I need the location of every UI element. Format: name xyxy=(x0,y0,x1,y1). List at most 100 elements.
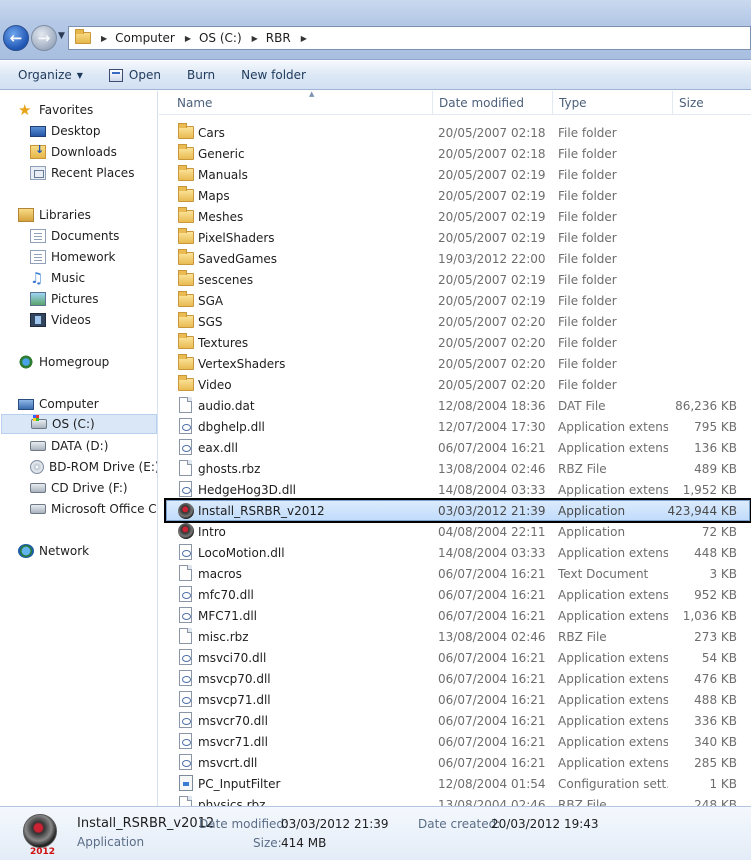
breadcrumb-os-c[interactable]: OS (C:) xyxy=(199,31,242,45)
column-header-size[interactable]: Size xyxy=(673,91,751,115)
nav-bdrom-e[interactable]: BD-ROM Drive (E:) T xyxy=(30,457,157,477)
file-row[interactable]: PC_InputFilter 12/08/2004 01:54 Configurat… xyxy=(167,773,749,794)
file-date-modified: 13/08/2004 02:46 xyxy=(438,797,546,807)
file-row[interactable]: VertexShaders 20/05/2007 02:20 File folder xyxy=(167,353,749,374)
file-row[interactable]: Intro 04/08/2004 22:11 Application 72 KB xyxy=(167,521,749,542)
file-row[interactable]: msvcrt.dll 06/07/2004 16:21 Application ex… xyxy=(167,752,749,773)
open-button[interactable]: Open xyxy=(100,61,170,89)
file-row[interactable]: audio.dat 12/08/2004 18:36 DAT File 86,236 … xyxy=(167,395,749,416)
nav-videos[interactable]: Videos xyxy=(30,310,91,330)
nav-recent-places[interactable]: Recent Places xyxy=(30,163,134,183)
file-row[interactable]: sescenes 20/05/2007 02:19 File folder xyxy=(167,269,749,290)
file-row[interactable]: SGS 20/05/2007 02:20 File folder xyxy=(167,311,749,332)
nav-music[interactable]: ♫ Music xyxy=(30,268,85,288)
sort-ascending-icon: ▲ xyxy=(309,91,315,98)
navigation-pane[interactable]: ★ Favorites Desktop Downloads Recent Pla… xyxy=(0,91,158,806)
file-type: File folder xyxy=(558,146,617,161)
file-icon xyxy=(179,628,192,644)
file-row[interactable]: dbghelp.dll 12/07/2004 17:30 Application e… xyxy=(167,416,749,437)
nav-pictures[interactable]: Pictures xyxy=(30,289,99,309)
file-row[interactable]: msvcp70.dll 06/07/2004 16:21 Application e… xyxy=(167,668,749,689)
file-date-modified: 06/07/2004 16:21 xyxy=(438,755,546,770)
chevron-right-icon[interactable]: ▶ xyxy=(101,34,107,43)
nav-libraries[interactable]: Libraries xyxy=(18,205,91,225)
icon-year-label: 2012 xyxy=(30,847,56,857)
file-row[interactable]: msvcr70.dll 06/07/2004 16:21 Application e… xyxy=(167,710,749,731)
file-type: File folder xyxy=(558,272,617,287)
file-row[interactable]: Video 20/05/2007 02:20 File folder xyxy=(167,374,749,395)
file-row[interactable]: ghosts.rbz 13/08/2004 02:46 RBZ File 489 KB xyxy=(167,458,749,479)
file-row[interactable]: Generic 20/05/2007 02:18 File folder xyxy=(167,143,749,164)
file-row[interactable]: SavedGames 19/03/2012 22:00 File folder xyxy=(167,248,749,269)
file-row[interactable]: Maps 20/05/2007 02:19 File folder xyxy=(167,185,749,206)
file-row[interactable]: LocoMotion.dll 14/08/2004 03:33 Applicatio… xyxy=(167,542,749,563)
library-folder-icon xyxy=(30,250,46,264)
file-name: msvcp71.dll xyxy=(198,692,271,707)
file-name: physics.rbz xyxy=(198,797,266,807)
chevron-right-icon[interactable]: ▶ xyxy=(252,34,258,43)
file-row[interactable]: HedgeHog3D.dll 14/08/2004 03:33 Applicatio… xyxy=(167,479,749,500)
file-name: Install_RSRBR_v2012 xyxy=(198,503,325,518)
nav-homegroup[interactable]: Homegroup xyxy=(18,352,109,372)
file-row[interactable]: physics.rbz 13/08/2004 02:46 RBZ File 248 K… xyxy=(167,794,749,806)
file-name: Meshes xyxy=(198,209,244,224)
nav-ms-office[interactable]: Microsoft Office Clic xyxy=(30,499,157,519)
film-icon xyxy=(30,313,46,327)
nav-os-c[interactable]: OS (C:) xyxy=(1,414,157,434)
file-row[interactable]: misc.rbz 13/08/2004 02:46 RBZ File 273 KB xyxy=(167,626,749,647)
file-row[interactable]: Cars 20/05/2007 02:18 File folder xyxy=(167,122,749,143)
details-date-created[interactable]: 20/03/2012 19:43 xyxy=(491,817,599,831)
command-bar: Organize ▼ Open Burn New folder xyxy=(0,61,751,90)
forward-button[interactable]: → xyxy=(31,25,57,51)
organize-button[interactable]: Organize ▼ xyxy=(9,61,92,89)
chevron-right-icon[interactable]: ▶ xyxy=(185,34,191,43)
file-row[interactable]: msvcr71.dll 06/07/2004 16:21 Application e… xyxy=(167,731,749,752)
file-row[interactable]: MFC71.dll 06/07/2004 16:21 Application ext… xyxy=(167,605,749,626)
nav-computer[interactable]: Computer xyxy=(18,394,99,414)
file-name: Maps xyxy=(198,188,230,203)
burn-button[interactable]: Burn xyxy=(178,61,224,89)
nav-network[interactable]: Network xyxy=(18,541,89,561)
column-header-name[interactable]: Name ▲ xyxy=(171,91,433,115)
file-row[interactable]: msvcp71.dll 06/07/2004 16:21 Application e… xyxy=(167,689,749,710)
file-row[interactable]: SGA 20/05/2007 02:19 File folder xyxy=(167,290,749,311)
recent-places-icon xyxy=(30,166,46,180)
nav-label: Recent Places xyxy=(51,166,135,180)
breadcrumb-computer[interactable]: Computer xyxy=(115,31,175,45)
back-button[interactable]: ← xyxy=(3,25,29,51)
file-row[interactable]: Meshes 20/05/2007 02:19 File folder xyxy=(167,206,749,227)
nav-downloads[interactable]: Downloads xyxy=(30,142,117,162)
nav-documents[interactable]: Documents xyxy=(30,226,119,246)
nav-favorites[interactable]: ★ Favorites xyxy=(18,100,93,120)
new-folder-button[interactable]: New folder xyxy=(232,61,315,89)
file-row[interactable]: Textures 20/05/2007 02:20 File folder xyxy=(167,332,749,353)
nav-homework[interactable]: Homework xyxy=(30,247,115,267)
file-row[interactable]: Install_RSRBR_v2012 03/03/2012 21:39 Appli… xyxy=(164,498,751,523)
file-row[interactable]: PixelShaders 20/05/2007 02:19 File folder xyxy=(167,227,749,248)
file-row[interactable]: msvci70.dll 06/07/2004 16:21 Application e… xyxy=(167,647,749,668)
file-row[interactable]: Manuals 20/05/2007 02:19 File folder xyxy=(167,164,749,185)
breadcrumb-rbr[interactable]: RBR xyxy=(266,31,291,45)
folder-icon xyxy=(178,333,194,349)
column-header-date-modified[interactable]: Date modified xyxy=(433,91,553,115)
file-row[interactable]: macros 06/07/2004 16:21 Text Document 3 KB xyxy=(167,563,749,584)
dll-file-icon xyxy=(179,607,192,623)
file-name: MFC71.dll xyxy=(198,608,258,623)
file-row[interactable]: mfc70.dll 06/07/2004 16:21 Application ext… xyxy=(167,584,749,605)
column-header-type[interactable]: Type xyxy=(553,91,673,115)
file-row[interactable]: eax.dll 06/07/2004 16:21 Application exten… xyxy=(167,437,749,458)
file-date-modified: 20/05/2007 02:19 xyxy=(438,167,546,182)
nav-desktop[interactable]: Desktop xyxy=(30,121,101,141)
details-date-modified[interactable]: 03/03/2012 21:39 xyxy=(281,817,389,831)
file-name: Generic xyxy=(198,146,245,161)
file-list[interactable]: Name ▲ Date modified Type Size Cars 20/05… xyxy=(159,91,751,806)
config-file-icon xyxy=(179,775,193,791)
recent-pages-dropdown[interactable]: ▼ xyxy=(58,31,65,41)
address-field[interactable]: ▶ Computer ▶ OS (C:) ▶ RBR ▶ xyxy=(68,26,751,50)
nav-cd-f[interactable]: CD Drive (F:) xyxy=(30,478,128,498)
file-name: Video xyxy=(198,377,232,392)
chevron-right-icon[interactable]: ▶ xyxy=(301,34,307,43)
nav-data-d[interactable]: DATA (D:) xyxy=(30,436,108,456)
file-type: Configuration sett... xyxy=(558,776,668,791)
file-name: SGA xyxy=(198,293,224,308)
